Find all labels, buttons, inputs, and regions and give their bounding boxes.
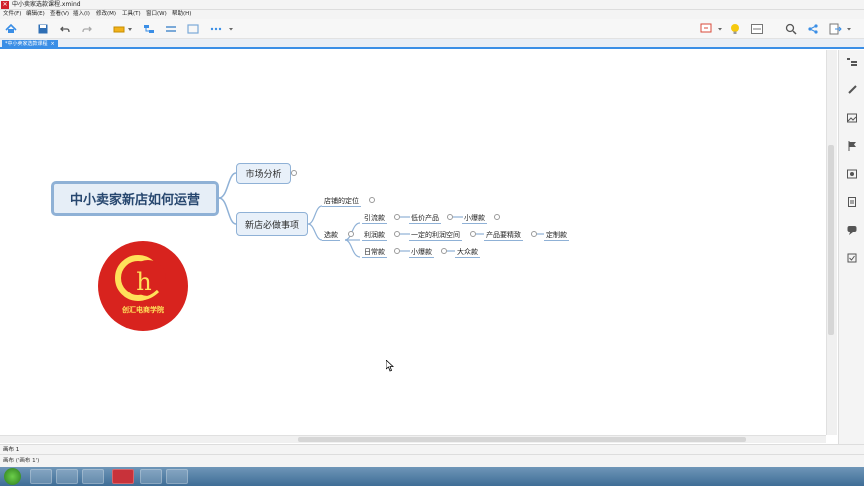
xmind-window: ✕ 中小卖家选款课程.xmind 文件(F) 编辑(E) 查看(V) 插入(I)…: [0, 0, 864, 486]
side-panel: [838, 50, 864, 445]
flag-icon[interactable]: [846, 140, 858, 152]
comments-icon[interactable]: [846, 224, 858, 236]
subtopic-daily[interactable]: 日常款: [362, 246, 387, 258]
expand-toggle[interactable]: [369, 197, 375, 203]
subtopic-small-hit[interactable]: 小爆款: [462, 212, 487, 224]
mouse-cursor: [385, 357, 395, 376]
topic-must-do[interactable]: 新店必做事项: [236, 212, 308, 236]
taskbar-app-media[interactable]: [82, 469, 104, 484]
format-brush-icon[interactable]: [846, 84, 858, 96]
subtopic-refined[interactable]: 产品要精致: [484, 229, 523, 241]
vertical-scroll-thumb[interactable]: [828, 145, 834, 335]
horizontal-scroll-thumb[interactable]: [298, 437, 746, 442]
subtopic-shop-position[interactable]: 店铺的定位: [322, 195, 361, 207]
outline-icon[interactable]: [846, 56, 858, 68]
svg-text:h: h: [136, 268, 151, 296]
task-icon[interactable]: [846, 252, 858, 264]
subtopic-select[interactable]: 选款: [322, 229, 340, 241]
brand-logo: h: [98, 241, 188, 331]
subtopic-custom[interactable]: 定制款: [544, 229, 569, 241]
subtopic-yinliu[interactable]: 引流款: [362, 212, 387, 224]
central-topic[interactable]: 中小卖家新店如何运营: [51, 181, 219, 216]
taskbar: [0, 467, 864, 486]
image-icon[interactable]: [846, 112, 858, 124]
taskbar-app-browser[interactable]: [30, 469, 52, 484]
subtopic-mass[interactable]: 大众款: [455, 246, 480, 258]
logo-text: 创汇电商学院: [122, 306, 164, 314]
status-bar: 画布 ('画布 1'): [0, 454, 864, 467]
taskbar-app-xmind[interactable]: [112, 469, 134, 484]
expand-toggle[interactable]: [291, 170, 297, 176]
notes-panel-icon[interactable]: [846, 196, 858, 208]
collapse-toggle[interactable]: [348, 231, 354, 237]
taskbar-app-explorer[interactable]: [56, 469, 78, 484]
subtopic-lowprice[interactable]: 低价产品: [409, 212, 441, 224]
subtopic-profit[interactable]: 利润款: [362, 229, 387, 241]
expand-toggle[interactable]: [494, 214, 500, 220]
subtopic-small-hit-2[interactable]: 小爆款: [409, 246, 434, 258]
markers-icon[interactable]: [846, 168, 858, 180]
topic-market-analysis[interactable]: 市场分析: [236, 163, 291, 184]
start-button[interactable]: [4, 468, 21, 485]
sheet-bar: 画布 1: [0, 444, 864, 454]
taskbar-app-other[interactable]: [166, 469, 188, 484]
subtopic-margin-space[interactable]: 一定的利润空间: [409, 229, 462, 241]
taskbar-app-folder[interactable]: [140, 469, 162, 484]
